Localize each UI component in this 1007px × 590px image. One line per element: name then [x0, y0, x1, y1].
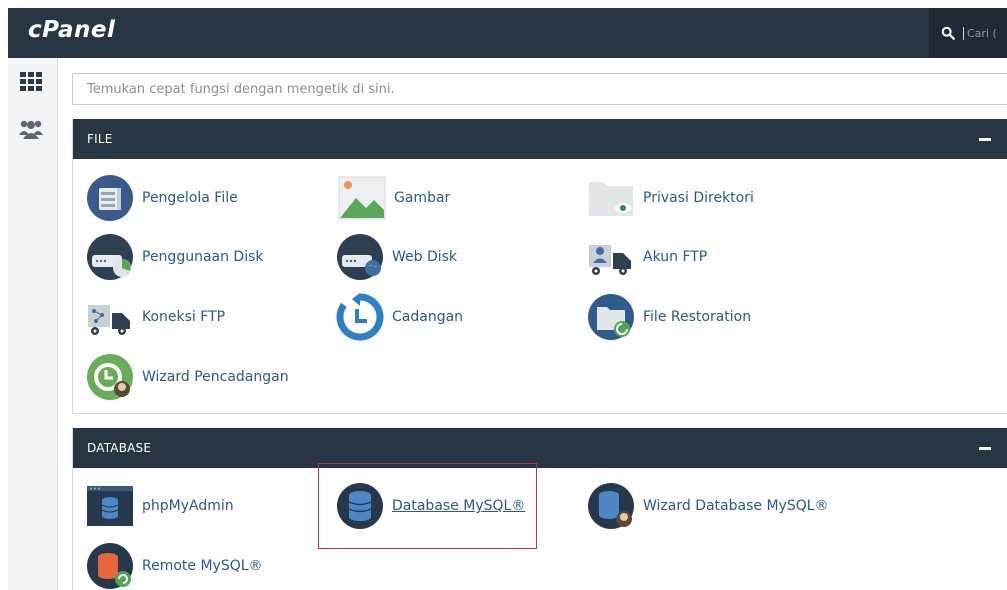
collapse-icon[interactable] — [979, 446, 991, 450]
web-disk-link[interactable]: Web Disk — [336, 231, 457, 283]
directory-privacy-icon — [589, 182, 633, 216]
remote-mysql-label: Remote MySQL® — [142, 558, 263, 574]
backup-wizard-icon — [87, 354, 133, 400]
users-icon[interactable] — [18, 118, 44, 140]
collapse-icon[interactable] — [979, 137, 991, 141]
backup-label: Cadangan — [392, 309, 464, 325]
top-navbar: cPanel Cari ( — [8, 8, 1007, 58]
web-disk-label: Web Disk — [392, 249, 458, 265]
phpmyadmin-icon — [87, 486, 133, 526]
ftp-connections-icon — [88, 305, 130, 335]
directory-privacy-label: Privasi Direktori — [643, 190, 754, 206]
disk-usage-icon — [87, 234, 133, 280]
ftp-connections-link[interactable]: Koneksi FTP — [86, 291, 225, 343]
quick-search-input[interactable]: Temukan cepat fungsi dengan mengetik di … — [72, 73, 1007, 105]
search-icon — [941, 26, 955, 40]
mysql-wizard-link[interactable]: Wizard Database MySQL® — [587, 480, 829, 532]
cpanel-logo[interactable]: cPanel — [28, 17, 115, 43]
database-section-header[interactable]: DATABASE — [73, 428, 1007, 468]
remote-mysql-icon — [87, 543, 133, 589]
remote-mysql-link[interactable]: Remote MySQL® — [86, 540, 263, 590]
backup-link[interactable]: Cadangan — [336, 291, 463, 343]
mysql-wizard-icon — [588, 483, 634, 529]
ftp-connections-label: Koneksi FTP — [142, 309, 226, 325]
ftp-accounts-label: Akun FTP — [643, 249, 708, 265]
file-restoration-link[interactable]: File Restoration — [587, 291, 751, 343]
backup-wizard-link[interactable]: Wizard Pencadangan — [86, 351, 289, 403]
ftp-accounts-icon — [589, 245, 631, 275]
phpmyadmin-label: phpMyAdmin — [142, 498, 234, 514]
left-sidebar — [8, 58, 58, 590]
file-manager-link[interactable]: Pengelola File — [86, 172, 238, 224]
images-icon — [338, 176, 386, 220]
web-disk-icon — [337, 234, 383, 280]
backup-icon — [336, 293, 384, 341]
file-section-header[interactable]: FILE — [73, 119, 1007, 159]
images-link[interactable]: Gambar — [338, 172, 450, 224]
quick-search-placeholder: Temukan cepat fungsi dengan mengetik di … — [87, 81, 395, 97]
file-restoration-label: File Restoration — [643, 309, 752, 325]
disk-usage-label: Penggunaan Disk — [142, 249, 264, 265]
images-label: Gambar — [394, 190, 451, 206]
ftp-accounts-link[interactable]: Akun FTP — [587, 231, 707, 283]
directory-privacy-link[interactable]: Privasi Direktori — [587, 172, 754, 224]
grid-icon[interactable] — [18, 70, 44, 92]
phpmyadmin-link[interactable]: phpMyAdmin — [86, 480, 234, 532]
disk-usage-link[interactable]: Penggunaan Disk — [86, 231, 264, 283]
top-search-box[interactable]: Cari ( — [929, 8, 1007, 58]
top-search-placeholder: Cari ( — [963, 26, 997, 40]
file-manager-icon — [87, 175, 133, 221]
file-restoration-icon — [588, 294, 634, 340]
file-manager-label: Pengelola File — [142, 190, 238, 206]
mysql-wizard-label: Wizard Database MySQL® — [643, 498, 829, 514]
highlight-box — [318, 463, 537, 549]
database-section-title: DATABASE — [87, 441, 152, 455]
file-section-title: FILE — [87, 132, 113, 146]
backup-wizard-label: Wizard Pencadangan — [142, 369, 289, 385]
